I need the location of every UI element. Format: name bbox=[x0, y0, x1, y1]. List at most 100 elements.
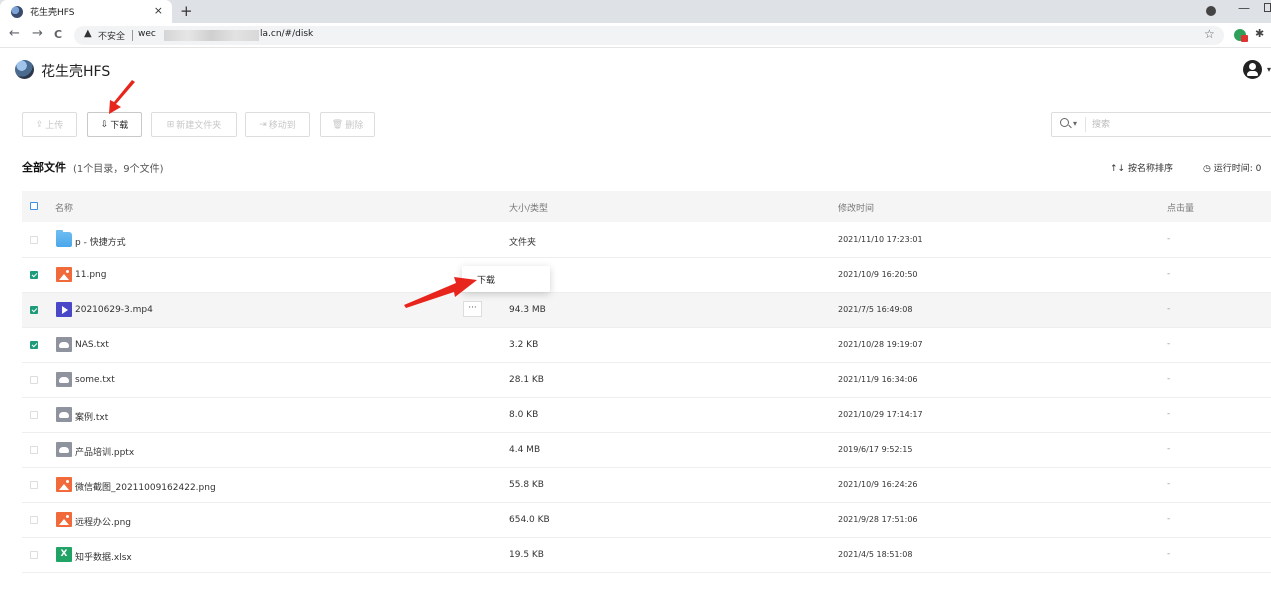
file-name[interactable]: 远程办公.png bbox=[75, 515, 131, 528]
upload-button[interactable]: ⇪ 上传 bbox=[22, 112, 77, 137]
search-divider bbox=[1085, 117, 1086, 132]
column-clicks-header[interactable]: 点击量 bbox=[1167, 201, 1194, 214]
column-size-header[interactable]: 大小/类型 bbox=[509, 201, 548, 214]
warning-icon: ▲ bbox=[84, 28, 92, 39]
page-title: 全部文件 bbox=[22, 161, 66, 174]
minimize-button[interactable]: — bbox=[1238, 1, 1250, 15]
new-folder-icon: ⊞ bbox=[166, 119, 175, 130]
browser-toolbar: ← → C ▲ 不安全 wec la.cn/#/disk ☆ ✱ bbox=[0, 23, 1271, 48]
file-clicks: - bbox=[1167, 339, 1171, 349]
image-file-icon bbox=[56, 267, 72, 282]
download-button[interactable]: ⇩ 下载 bbox=[87, 112, 142, 137]
sort-by-name-button[interactable]: ↑↓ 按名称排序 bbox=[1110, 161, 1173, 174]
download-label: 下载 bbox=[110, 121, 129, 131]
row-checkbox[interactable] bbox=[30, 306, 38, 314]
favicon-icon bbox=[11, 5, 23, 18]
document-file-icon bbox=[56, 337, 72, 352]
extensions-puzzle-icon[interactable]: ✱ bbox=[1255, 27, 1264, 40]
file-modified-time: 2021/10/9 16:20:50 bbox=[838, 270, 918, 279]
back-button[interactable]: ← bbox=[9, 26, 20, 41]
folder-icon bbox=[56, 230, 72, 247]
table-row[interactable]: 远程办公.png 654.0 KB 2021/9/28 17:51:06 - bbox=[22, 503, 1271, 538]
row-checkbox[interactable] bbox=[30, 411, 38, 419]
maximize-button[interactable] bbox=[1264, 3, 1271, 12]
reload-button[interactable]: C bbox=[54, 28, 62, 41]
row-checkbox[interactable] bbox=[30, 516, 38, 524]
file-name[interactable]: 20210629-3.mp4 bbox=[75, 305, 153, 315]
file-name[interactable]: 产品培训.pptx bbox=[75, 445, 134, 458]
table-row[interactable]: 20210629-3.mp4 94.3 MB 2021/7/5 16:49:08 - ·… bbox=[22, 293, 1271, 328]
file-name[interactable]: some.txt bbox=[75, 375, 115, 385]
file-name[interactable]: 微信截图_20211009162422.png bbox=[75, 480, 216, 493]
file-clicks: - bbox=[1167, 409, 1171, 419]
row-checkbox[interactable] bbox=[30, 551, 38, 559]
menu-item-download[interactable]: 下载 bbox=[477, 273, 495, 286]
table-row[interactable]: 11.png 2021/10/9 16:20:50 - bbox=[22, 258, 1271, 293]
table-row[interactable]: X 知乎数据.xlsx 19.5 KB 2021/4/5 18:51:08 - bbox=[22, 538, 1271, 573]
address-bar[interactable]: ▲ 不安全 wec la.cn/#/disk bbox=[74, 26, 1224, 45]
row-checkbox[interactable] bbox=[30, 481, 38, 489]
upload-label: 上传 bbox=[45, 121, 64, 131]
delete-label: 删除 bbox=[345, 121, 364, 131]
column-name-header[interactable]: 名称 bbox=[55, 201, 73, 214]
excel-file-icon: X bbox=[56, 547, 72, 562]
image-file-icon bbox=[56, 477, 72, 492]
file-modified-time: 2021/10/28 19:19:07 bbox=[838, 340, 923, 349]
row-checkbox[interactable] bbox=[30, 341, 38, 349]
table-row[interactable]: NAS.txt 3.2 KB 2021/10/28 19:19:07 - bbox=[22, 328, 1271, 363]
table-row[interactable]: p - 快捷方式 文件夹 2021/11/10 17:23:01 - bbox=[22, 223, 1271, 258]
file-clicks: - bbox=[1167, 549, 1171, 559]
search-input[interactable] bbox=[1092, 116, 1271, 133]
url-redacted-block bbox=[164, 30, 259, 41]
table-row[interactable]: 微信截图_20211009162422.png 55.8 KB 2021/10/9 … bbox=[22, 468, 1271, 503]
user-menu-caret-icon[interactable]: ▾ bbox=[1267, 65, 1271, 74]
profile-dot-icon[interactable] bbox=[1206, 6, 1216, 16]
search-scope-caret-icon[interactable]: ▾ bbox=[1073, 119, 1077, 128]
video-file-icon bbox=[56, 302, 72, 317]
new-folder-label: 新建文件夹 bbox=[176, 121, 222, 131]
row-checkbox[interactable] bbox=[30, 236, 38, 244]
new-folder-button[interactable]: ⊞ 新建文件夹 bbox=[151, 112, 237, 137]
delete-icon: 🗑 bbox=[331, 119, 344, 130]
file-clicks: - bbox=[1167, 269, 1171, 279]
move-to-label: 移动到 bbox=[268, 121, 296, 131]
bookmark-star-icon[interactable]: ☆ bbox=[1204, 27, 1215, 41]
table-row[interactable]: some.txt 28.1 KB 2021/11/9 16:34:06 - bbox=[22, 363, 1271, 398]
file-name[interactable]: 知乎数据.xlsx bbox=[75, 550, 132, 563]
delete-button[interactable]: 🗑 删除 bbox=[320, 112, 375, 137]
row-checkbox[interactable] bbox=[30, 271, 38, 279]
file-name[interactable]: 案例.txt bbox=[75, 410, 108, 423]
file-name[interactable]: NAS.txt bbox=[75, 340, 109, 350]
move-icon: ⇥ bbox=[259, 119, 267, 130]
file-clicks: - bbox=[1167, 374, 1171, 384]
search-icon[interactable] bbox=[1060, 118, 1069, 127]
table-row[interactable]: 案例.txt 8.0 KB 2021/10/29 17:14:17 - bbox=[22, 398, 1271, 433]
search-box: ▾ bbox=[1051, 112, 1271, 137]
new-tab-button[interactable]: + bbox=[180, 2, 193, 20]
file-size: 8.0 KB bbox=[509, 410, 539, 420]
row-checkbox[interactable] bbox=[30, 446, 38, 454]
file-modified-time: 2019/6/17 9:52:15 bbox=[838, 445, 913, 454]
column-time-header[interactable]: 修改时间 bbox=[838, 201, 874, 214]
user-avatar-icon[interactable] bbox=[1243, 60, 1262, 79]
image-file-icon bbox=[56, 512, 72, 527]
browser-tab[interactable]: 花生壳HFS × bbox=[0, 0, 172, 23]
row-more-button[interactable]: ··· bbox=[463, 301, 482, 317]
upload-icon: ⇪ bbox=[35, 119, 44, 130]
browser-tab-bar: 花生壳HFS × + — bbox=[0, 0, 1271, 23]
file-name[interactable]: p - 快捷方式 bbox=[75, 235, 126, 248]
tab-close-icon[interactable]: × bbox=[154, 4, 163, 17]
tab-title: 花生壳HFS bbox=[30, 8, 75, 18]
table-row[interactable]: 产品培训.pptx 4.4 MB 2019/6/17 9:52:15 - bbox=[22, 433, 1271, 468]
file-name[interactable]: 11.png bbox=[75, 270, 106, 280]
app-logo-icon bbox=[15, 60, 34, 79]
file-modified-time: 2021/9/28 17:51:06 bbox=[838, 515, 918, 524]
row-context-menu: 下载 bbox=[462, 266, 550, 292]
select-all-checkbox[interactable] bbox=[30, 202, 38, 210]
document-file-icon bbox=[56, 407, 72, 422]
row-checkbox[interactable] bbox=[30, 376, 38, 384]
insecure-label[interactable]: 不安全 bbox=[98, 29, 125, 42]
file-modified-time: 2021/10/9 16:24:26 bbox=[838, 480, 918, 489]
forward-button[interactable]: → bbox=[32, 26, 43, 41]
move-to-button[interactable]: ⇥ 移动到 bbox=[245, 112, 310, 137]
